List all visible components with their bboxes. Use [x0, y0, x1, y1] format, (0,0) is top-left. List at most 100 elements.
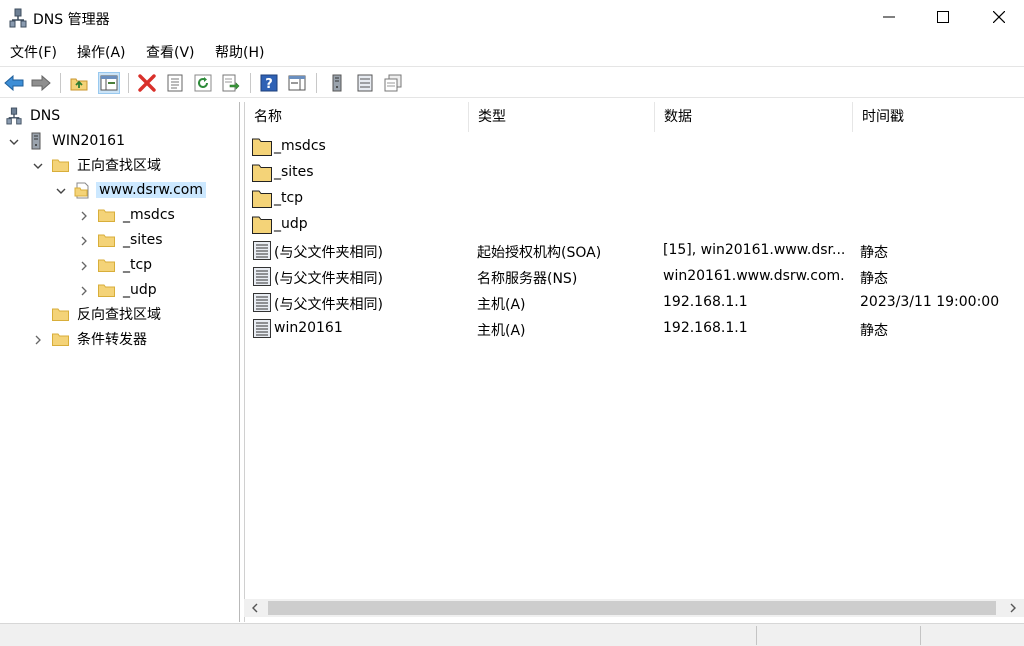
- window-title: DNS 管理器: [33, 12, 110, 28]
- tree-item-udp[interactable]: _udp: [98, 279, 157, 301]
- refresh-icon: [194, 74, 212, 92]
- folder-icon: [52, 159, 69, 172]
- tree-item-reverse-lookup-zones[interactable]: 反向查找区域: [52, 303, 161, 325]
- column-header-data[interactable]: 数据: [655, 102, 853, 132]
- tree-label: 反向查找区域: [77, 307, 161, 323]
- folder-icon: [252, 216, 272, 234]
- row-name: _tcp: [274, 190, 304, 206]
- export-list-button[interactable]: [220, 72, 242, 94]
- record-icon: [253, 293, 271, 312]
- scroll-left-icon[interactable]: [250, 603, 260, 613]
- minimize-button[interactable]: [862, 0, 916, 34]
- table-row[interactable]: (与父文件夹相同) 起始授权机构(SOA) [15], win20161.www…: [245, 238, 1024, 264]
- records-button[interactable]: [354, 72, 376, 94]
- column-header-timestamp[interactable]: 时间戳: [853, 102, 1024, 132]
- table-row[interactable]: win20161 主机(A) 192.168.1.1 静态: [245, 316, 1024, 342]
- tree-label: _tcp: [123, 257, 153, 273]
- tree-item-conditional-forwarders[interactable]: 条件转发器: [52, 328, 147, 350]
- delete-button[interactable]: [136, 72, 158, 94]
- table-row[interactable]: (与父文件夹相同) 主机(A) 192.168.1.1 2023/3/11 19…: [245, 290, 1024, 316]
- folder-icon: [252, 164, 272, 182]
- back-button[interactable]: [3, 72, 25, 94]
- tree-label: _sites: [123, 232, 163, 248]
- forwarders-icon: [384, 74, 402, 92]
- table-row[interactable]: (与父文件夹相同) 名称服务器(NS) win20161.www.dsrw.co…: [245, 264, 1024, 290]
- row-name: win20161: [274, 320, 343, 336]
- properties-button[interactable]: [164, 72, 186, 94]
- forward-arrow-icon: [31, 75, 51, 91]
- horizontal-scrollbar[interactable]: [244, 599, 1024, 617]
- up-folder-icon: [70, 78, 88, 91]
- list-item[interactable]: _udp: [245, 212, 1024, 238]
- show-tree-icon: [100, 75, 118, 91]
- chevron-right-icon[interactable]: [78, 260, 90, 272]
- forward-button[interactable]: [30, 72, 52, 94]
- folder-icon: [252, 190, 272, 208]
- export-list-icon: [222, 74, 240, 92]
- tree-label: 条件转发器: [77, 332, 147, 348]
- tree-item-forward-lookup-zones[interactable]: 正向查找区域: [52, 154, 161, 176]
- maximize-button[interactable]: [916, 0, 970, 34]
- chevron-right-icon[interactable]: [78, 285, 90, 297]
- close-button[interactable]: [972, 0, 1024, 34]
- row-name: _udp: [274, 216, 308, 232]
- row-type: 主机(A): [477, 297, 526, 313]
- list-item[interactable]: _msdcs: [245, 134, 1024, 160]
- show-hide-console-tree-button[interactable]: [98, 72, 120, 94]
- folder-icon: [252, 138, 272, 156]
- console-tree-icon: [288, 75, 306, 91]
- chevron-right-icon[interactable]: [78, 235, 90, 247]
- chevron-down-icon[interactable]: [55, 185, 67, 197]
- chevron-right-icon[interactable]: [78, 210, 90, 222]
- refresh-button[interactable]: [192, 72, 214, 94]
- menu-view[interactable]: 查看(V): [146, 42, 195, 62]
- tree-item-msdcs[interactable]: _msdcs: [98, 204, 175, 226]
- row-name: (与父文件夹相同): [274, 297, 383, 313]
- close-icon: [993, 11, 1005, 23]
- action-pane-button[interactable]: [286, 72, 308, 94]
- row-type: 名称服务器(NS): [477, 271, 578, 287]
- record-icon: [253, 319, 271, 338]
- tree-label: DNS: [30, 108, 61, 124]
- tree-item-server[interactable]: WIN20161: [30, 130, 125, 152]
- list-item[interactable]: _tcp: [245, 186, 1024, 212]
- column-header-name[interactable]: 名称: [245, 102, 469, 132]
- server-button[interactable]: [326, 72, 348, 94]
- tree-item-tcp[interactable]: _tcp: [98, 254, 152, 276]
- svg-text:?: ?: [265, 77, 273, 92]
- menu-action[interactable]: 操作(A): [77, 42, 126, 62]
- tree-label: 正向查找区域: [77, 158, 161, 174]
- chevron-down-icon[interactable]: [32, 160, 44, 172]
- back-arrow-icon: [4, 75, 24, 91]
- row-name: (与父文件夹相同): [274, 271, 383, 287]
- dns-root-icon: [6, 107, 22, 125]
- row-type: 主机(A): [477, 323, 526, 339]
- up-one-level-button[interactable]: [68, 72, 90, 94]
- tree-item-dns[interactable]: DNS: [6, 105, 60, 127]
- title-bar: DNS 管理器: [0, 0, 1024, 36]
- list-item[interactable]: _sites: [245, 160, 1024, 186]
- menu-file[interactable]: 文件(F): [10, 42, 57, 62]
- scrollbar-thumb[interactable]: [268, 601, 996, 615]
- menu-help[interactable]: 帮助(H): [215, 42, 264, 62]
- forwarders-button[interactable]: [382, 72, 404, 94]
- chevron-down-icon[interactable]: [8, 136, 20, 148]
- tree-item-zone[interactable]: www.dsrw.com: [74, 179, 206, 201]
- help-button[interactable]: ?: [258, 72, 280, 94]
- column-header-type[interactable]: 类型: [469, 102, 655, 132]
- folder-icon: [52, 308, 69, 321]
- tree-label: _msdcs: [123, 207, 175, 223]
- chevron-right-icon[interactable]: [32, 334, 44, 346]
- tree-item-sites[interactable]: _sites: [98, 229, 163, 251]
- maximize-icon: [937, 11, 949, 23]
- delete-icon: [138, 74, 156, 92]
- tree-label: _udp: [123, 282, 157, 298]
- record-icon: [253, 267, 271, 286]
- folder-icon: [98, 284, 115, 297]
- tree-label: WIN20161: [52, 133, 125, 149]
- zone-file-icon: [74, 182, 89, 198]
- scroll-right-icon[interactable]: [1008, 603, 1018, 613]
- row-data: 192.168.1.1: [663, 294, 748, 310]
- record-icon: [253, 241, 271, 260]
- row-data: [15], win20161.www.dsr...: [663, 242, 846, 258]
